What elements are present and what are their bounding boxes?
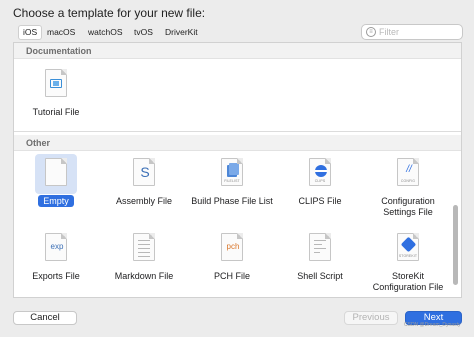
tab-ios[interactable]: iOS: [18, 25, 43, 40]
template-label: Markdown File: [114, 271, 174, 281]
template-label: CLIPS File: [298, 196, 342, 206]
empty-file-icon: [45, 158, 67, 186]
cancel-button[interactable]: Cancel: [13, 311, 77, 325]
template-label: Exports File: [32, 271, 80, 281]
markdown-file-icon: [133, 233, 155, 261]
template-list: Documentation Tutorial File Other Empty …: [13, 42, 462, 298]
scrollbar-thumb[interactable]: [453, 205, 458, 285]
template-label: Empty: [38, 195, 74, 207]
previous-button[interactable]: Previous: [344, 311, 398, 325]
template-label: Assembly File: [115, 196, 172, 206]
tab-watchos[interactable]: watchOS: [84, 25, 127, 40]
filter-input[interactable]: Filter: [379, 26, 399, 39]
dialog-title: Choose a template for your new file:: [13, 6, 206, 20]
exports-file-icon: exp: [45, 233, 67, 261]
build-phase-file-list-icon: FILELIST: [221, 158, 243, 186]
tab-tvos[interactable]: tvOS: [130, 25, 157, 40]
template-storekit-configuration-file[interactable]: STOREKIT StoreKit Configuration File: [366, 229, 450, 297]
pch-file-icon: pch: [221, 233, 243, 261]
tab-macos[interactable]: macOS: [43, 25, 79, 40]
template-assembly-file[interactable]: S Assembly File: [102, 154, 186, 224]
template-label: StoreKit Configuration File: [372, 271, 444, 292]
assembly-file-icon: S: [133, 158, 155, 186]
template-label: Configuration Settings File: [381, 196, 435, 217]
section-header-other: Other: [14, 135, 461, 151]
template-label: Tutorial File: [32, 107, 80, 117]
template-label: Build Phase File List: [191, 196, 273, 206]
template-label: PCH File: [213, 271, 250, 281]
template-empty[interactable]: Empty: [14, 154, 98, 224]
filter-field[interactable]: ≡ Filter: [361, 24, 463, 40]
template-configuration-settings-file[interactable]: // CONFIG Configuration Settings File: [366, 154, 450, 224]
watermark: CSDN @Dream_Dynasty: [404, 322, 461, 328]
filter-icon: ≡: [366, 27, 376, 37]
tab-driverkit[interactable]: DriverKit: [161, 25, 202, 40]
template-tutorial-file[interactable]: Tutorial File: [14, 65, 98, 135]
section-divider: [14, 131, 461, 132]
shell-script-icon: [309, 233, 331, 261]
clips-file-icon: CLIPS: [309, 158, 331, 186]
tutorial-file-icon: [45, 69, 67, 97]
storekit-configuration-file-icon: STOREKIT: [397, 233, 419, 261]
template-label: Shell Script: [297, 271, 343, 281]
configuration-settings-file-icon: // CONFIG: [397, 158, 419, 186]
template-pch-file[interactable]: pch PCH File: [190, 229, 274, 297]
template-markdown-file[interactable]: Markdown File: [102, 229, 186, 297]
template-exports-file[interactable]: exp Exports File: [14, 229, 98, 297]
template-build-phase-file-list[interactable]: FILELIST Build Phase File List: [190, 154, 274, 224]
template-shell-script[interactable]: Shell Script: [278, 229, 362, 297]
section-header-documentation: Documentation: [14, 43, 461, 59]
template-clips-file[interactable]: CLIPS CLIPS File: [278, 154, 362, 224]
